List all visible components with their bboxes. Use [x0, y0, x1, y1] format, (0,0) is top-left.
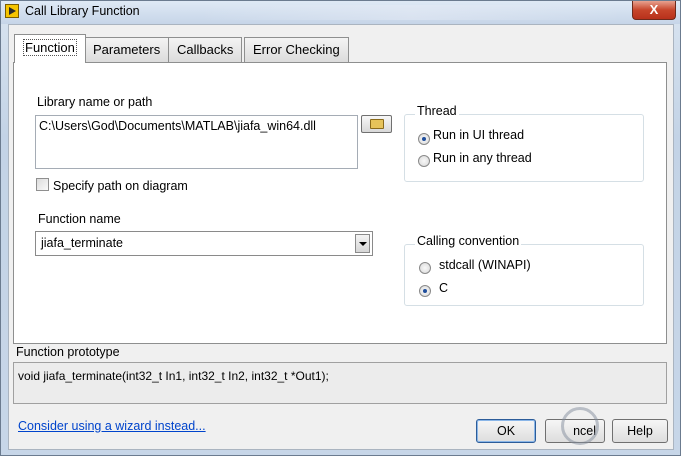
specify-path-label[interactable]: Specify path on diagram	[53, 179, 188, 193]
function-name-select[interactable]: jiafa_terminate	[35, 231, 373, 256]
tab-function-label: Function	[23, 39, 77, 56]
chevron-down-icon[interactable]	[355, 234, 370, 253]
radio-run-in-any-thread[interactable]	[418, 155, 430, 167]
specify-path-checkbox[interactable]	[36, 178, 49, 191]
watermark-logo-icon	[561, 407, 599, 445]
thread-group-title: Thread	[415, 104, 459, 118]
radio-stdcall[interactable]	[419, 262, 431, 274]
calling-convention-groupbox	[404, 244, 644, 306]
labview-app-icon	[5, 4, 19, 18]
radio-run-in-ui-thread[interactable]	[418, 133, 430, 145]
browse-button[interactable]	[361, 115, 392, 133]
folder-open-icon	[370, 119, 384, 129]
function-prototype-display: void jiafa_terminate(int32_t In1, int32_…	[13, 362, 667, 404]
function-prototype-label: Function prototype	[16, 345, 120, 359]
tab-error-checking-label: Error Checking	[253, 42, 340, 57]
ok-button[interactable]: OK	[476, 419, 536, 443]
library-path-label: Library name or path	[37, 95, 153, 109]
window-title: Call Library Function	[25, 4, 140, 18]
title-bar-blur	[201, 5, 621, 20]
title-bar[interactable]: Call Library Function X	[1, 1, 680, 24]
tab-callbacks-label: Callbacks	[177, 42, 234, 57]
tab-callbacks[interactable]: Callbacks	[168, 37, 243, 62]
c-convention-label[interactable]: C	[439, 281, 448, 295]
watermark-overlay	[533, 405, 673, 450]
function-name-label: Function name	[38, 212, 121, 226]
function-name-value: jiafa_terminate	[41, 236, 123, 250]
calling-convention-title: Calling convention	[415, 234, 522, 248]
stdcall-label[interactable]: stdcall (WINAPI)	[439, 258, 531, 272]
thread-groupbox	[404, 114, 644, 182]
run-in-any-thread-label[interactable]: Run in any thread	[433, 151, 532, 165]
radio-c[interactable]	[419, 285, 431, 297]
close-button[interactable]: X	[632, 1, 676, 20]
tab-parameters-label: Parameters	[93, 42, 161, 57]
wizard-link[interactable]: Consider using a wizard instead...	[18, 419, 206, 433]
tab-parameters[interactable]: Parameters	[84, 37, 170, 62]
library-path-input[interactable]: C:\Users\God\Documents\MATLAB\jiafa_win6…	[35, 115, 358, 169]
tab-error-checking[interactable]: Error Checking	[244, 37, 349, 62]
tab-function[interactable]: Function	[14, 34, 86, 63]
run-in-ui-thread-label[interactable]: Run in UI thread	[433, 128, 524, 142]
